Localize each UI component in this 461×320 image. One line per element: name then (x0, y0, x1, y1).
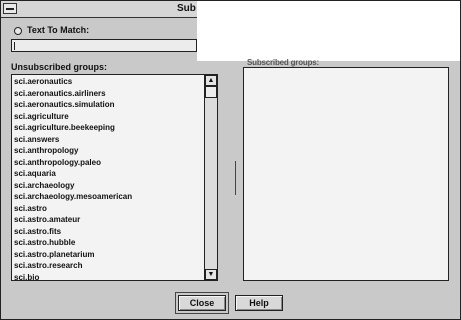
subscribed-groups-label: Subscribed groups: (247, 58, 319, 67)
divider-mark (235, 161, 239, 195)
list-item[interactable]: sci.agriculture.beekeeping (14, 122, 204, 134)
list-item[interactable]: sci.archaeology (14, 180, 204, 192)
list-item[interactable]: sci.agriculture (14, 111, 204, 123)
unsubscribed-groups-label: Unsubscribed groups: (11, 62, 108, 72)
list-item[interactable]: sci.astro.research (14, 260, 204, 272)
text-match-label[interactable]: Text To Match: (27, 25, 89, 35)
screenshot-overlay (197, 1, 460, 61)
subscribed-groups-list[interactable] (243, 67, 449, 281)
list-item[interactable]: sci.archaeology.mesoamerican (14, 191, 204, 203)
list-item[interactable]: sci.aeronautics.airliners (14, 88, 204, 100)
arrow-up-icon: ▲ (207, 77, 215, 84)
list-item[interactable]: sci.bio (14, 272, 204, 281)
list-item[interactable]: sci.aeronautics.simulation (14, 99, 204, 111)
list-item[interactable]: sci.astro.planetarium (14, 249, 204, 261)
input-caret (14, 42, 15, 50)
text-match-input[interactable] (11, 39, 197, 52)
list-item[interactable]: sci.aquaria (14, 168, 204, 180)
list-item[interactable]: sci.anthropology (14, 145, 204, 157)
list-item[interactable]: sci.anthropology.paleo (14, 157, 204, 169)
system-menu-bar (6, 8, 14, 10)
list-item[interactable]: sci.aeronautics (14, 76, 204, 88)
close-button[interactable]: Close (178, 295, 226, 311)
subscribe-dialog: Sub Text To Match: Unsubscribed groups: … (0, 0, 461, 320)
list-item[interactable]: sci.astro.hubble (14, 237, 204, 249)
unsubscribed-scrollbar[interactable]: ▲ ▼ (204, 75, 217, 280)
list-item[interactable]: sci.astro (14, 203, 204, 215)
unsubscribed-groups-list[interactable]: sci.aeronautics sci.aeronautics.airliners… (11, 74, 218, 281)
arrow-down-icon: ▼ (207, 271, 215, 278)
unsubscribed-groups-items: sci.aeronautics sci.aeronautics.airliners… (14, 76, 204, 281)
list-item[interactable]: sci.answers (14, 134, 204, 146)
scroll-down-button[interactable]: ▼ (205, 269, 217, 280)
text-match-radio[interactable] (14, 27, 22, 35)
list-item[interactable]: sci.astro.amateur (14, 214, 204, 226)
window-title: Sub (177, 3, 196, 14)
scroll-thumb[interactable] (205, 86, 217, 98)
system-menu-icon[interactable] (3, 3, 17, 14)
list-item[interactable]: sci.astro.fits (14, 226, 204, 238)
help-button[interactable]: Help (235, 295, 283, 311)
scroll-up-button[interactable]: ▲ (205, 75, 217, 86)
